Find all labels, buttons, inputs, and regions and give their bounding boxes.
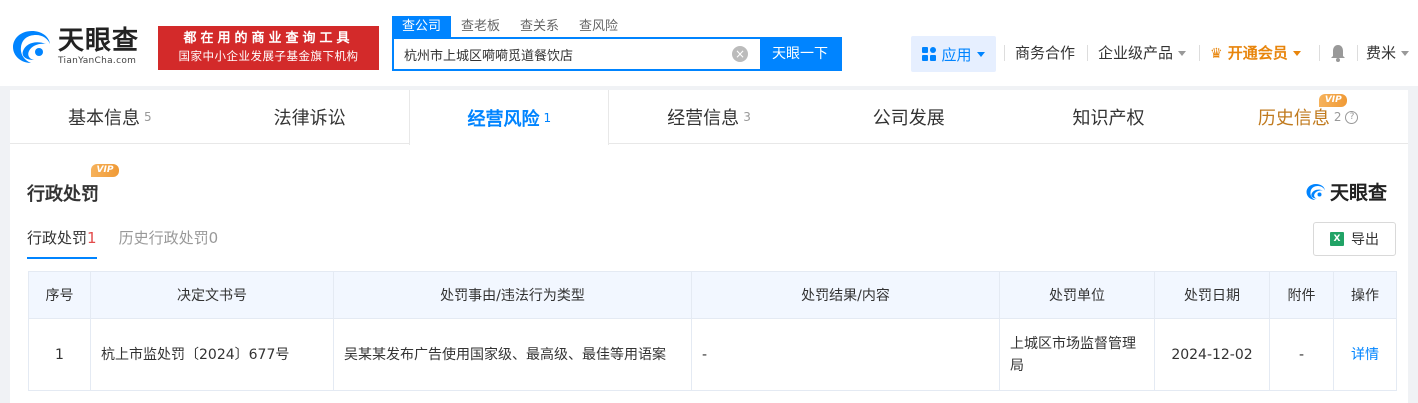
eye-logo-icon <box>1306 183 1325 200</box>
user-menu[interactable]: 费米 <box>1366 43 1410 63</box>
nav-divider <box>1319 45 1320 61</box>
subtab-history-penalty[interactable]: 历史行政处罚0 <box>119 227 219 259</box>
tab-count: 1 <box>543 110 552 125</box>
site-logo[interactable]: 天眼查 TianYanCha.com <box>10 27 139 67</box>
search-type-tabs: 查公司 查老板 查关系 查风险 <box>392 16 628 37</box>
col-header-attachment: 附件 <box>1269 271 1334 319</box>
user-name: 费米 <box>1366 44 1397 62</box>
chevron-down-icon <box>1292 51 1301 56</box>
vip-badge: VIP <box>1319 94 1348 107</box>
search-tab-boss[interactable]: 查老板 <box>451 16 510 37</box>
search-input[interactable] <box>394 39 732 69</box>
col-header-action: 操作 <box>1333 271 1397 319</box>
chevron-down-icon <box>1178 51 1187 56</box>
cell-doc-no: 杭上市监处罚〔2024〕677号 <box>90 318 334 391</box>
cell-result: - <box>691 318 1000 391</box>
bell-icon[interactable] <box>1330 44 1346 62</box>
chevron-down-icon <box>976 51 985 57</box>
tab-operating-info[interactable]: 经营信息 3 <box>609 90 809 144</box>
col-header-reason: 处罚事由/违法行为类型 <box>333 271 692 319</box>
nav-divider <box>1357 45 1358 61</box>
nav-vip-label: 开通会员 <box>1227 44 1288 62</box>
cell-date: 2024-12-02 <box>1154 318 1270 391</box>
export-label: 导出 <box>1351 232 1379 248</box>
tab-history[interactable]: VIP 历史信息 2 ? <box>1208 90 1408 144</box>
nav-business-link[interactable]: 商务合作 <box>1015 43 1075 63</box>
cell-action: 详情 <box>1333 318 1397 391</box>
main-tab-bar: 基本信息 5 法律诉讼 经营风险 1 经营信息 3 公司发展 知识产权 VIP 历史信… <box>10 90 1408 145</box>
col-header-doc-no: 决定文书号 <box>90 271 334 319</box>
tab-label: 知识产权 <box>1072 108 1145 129</box>
nav-enterprise-link[interactable]: 企业级产品 <box>1098 43 1187 63</box>
slogan-banner: 都在用的商业查询工具 国家中小企业发展子基金旗下机构 <box>158 26 379 70</box>
tab-count: 3 <box>743 110 751 124</box>
apps-grid-icon <box>922 47 937 61</box>
tab-count: 2 <box>1333 110 1342 124</box>
export-button[interactable]: X 导出 <box>1313 222 1396 256</box>
tab-label: 公司发展 <box>872 108 945 129</box>
excel-icon: X <box>1330 232 1344 246</box>
apps-label: 应用 <box>941 45 972 64</box>
nav-enterprise-label: 企业级产品 <box>1098 44 1174 62</box>
subtab-count: 1 <box>87 229 97 247</box>
section-title: 行政处罚 <box>27 184 99 205</box>
nav-vip-link[interactable]: ♛ 开通会员 <box>1210 43 1301 64</box>
top-header: 天眼查 TianYanCha.com 都在用的商业查询工具 国家中小企业发展子基… <box>0 0 1418 86</box>
slogan-line-2: 国家中小企业发展子基金旗下机构 <box>178 49 359 63</box>
tab-label: 经营信息 <box>667 108 740 129</box>
nav-divider <box>1004 45 1005 61</box>
tab-legal[interactable]: 法律诉讼 <box>210 90 410 144</box>
penalty-table: 序号 决定文书号 处罚事由/违法行为类型 处罚结果/内容 处罚单位 处罚日期 附… <box>28 271 1397 391</box>
slogan-line-1: 都在用的商业查询工具 <box>183 31 354 46</box>
nav-divider <box>1199 45 1200 61</box>
tab-label: 经营风险 <box>467 108 540 130</box>
help-icon[interactable]: ? <box>1345 110 1359 124</box>
cell-index: 1 <box>28 318 91 391</box>
eye-logo-icon <box>10 27 54 67</box>
clear-search-icon[interactable]: × <box>732 46 748 62</box>
logo-domain: TianYanCha.com <box>58 56 137 66</box>
search-box: × 天眼一下 <box>392 37 842 71</box>
crown-icon: ♛ <box>1210 46 1223 62</box>
tab-label: 基本信息 <box>68 108 141 129</box>
subtab-admin-penalty[interactable]: 行政处罚1 <box>27 227 97 259</box>
tab-basic-info[interactable]: 基本信息 5 <box>10 90 210 144</box>
company-detail-card: 基本信息 5 法律诉讼 经营风险 1 经营信息 3 公司发展 知识产权 VIP 历史信… <box>10 90 1408 403</box>
search-tab-relation[interactable]: 查关系 <box>510 16 569 37</box>
logo-text: 天眼查 <box>58 26 140 56</box>
tab-label: 法律诉讼 <box>273 108 346 129</box>
brand-text: 天眼查 <box>1330 182 1388 204</box>
tab-label: 历史信息 <box>1257 108 1330 129</box>
col-header-index: 序号 <box>28 271 91 319</box>
table-header-row: 序号 决定文书号 处罚事由/违法行为类型 处罚结果/内容 处罚单位 处罚日期 附… <box>28 271 1397 319</box>
col-header-authority: 处罚单位 <box>999 271 1155 319</box>
chevron-down-icon <box>1401 51 1410 56</box>
cell-authority: 上城区市场监督管理局 <box>999 318 1155 391</box>
search-button[interactable]: 天眼一下 <box>760 39 840 69</box>
cell-attachment: - <box>1269 318 1334 391</box>
nav-divider <box>1087 45 1088 61</box>
search-tab-company[interactable]: 查公司 <box>392 16 452 37</box>
search-tab-risk[interactable]: 查风险 <box>569 16 628 37</box>
col-header-result: 处罚结果/内容 <box>691 271 1000 319</box>
tab-development[interactable]: 公司发展 <box>809 90 1009 144</box>
sub-tab-bar: 行政处罚1 历史行政处罚0 <box>27 227 240 259</box>
subtab-count: 0 <box>208 229 219 247</box>
cell-reason: 吴某某发布广告使用国家级、最高级、最佳等用语案 <box>333 318 692 391</box>
detail-link[interactable]: 详情 <box>1351 347 1379 363</box>
col-header-date: 处罚日期 <box>1154 271 1270 319</box>
brand-watermark: 天眼查 <box>1305 178 1387 205</box>
tab-operating-risk[interactable]: 经营风险 1 <box>409 90 610 145</box>
vip-badge: VIP <box>91 164 119 177</box>
table-row: 1 杭上市监处罚〔2024〕677号 吴某某发布广告使用国家级、最高级、最佳等用… <box>28 318 1397 391</box>
tab-ip[interactable]: 知识产权 <box>1009 90 1209 144</box>
apps-menu-button[interactable]: 应用 <box>911 36 996 72</box>
subtab-label: 行政处罚 <box>27 229 88 247</box>
subtab-label: 历史行政处罚 <box>118 229 209 247</box>
tab-count: 5 <box>144 110 152 124</box>
